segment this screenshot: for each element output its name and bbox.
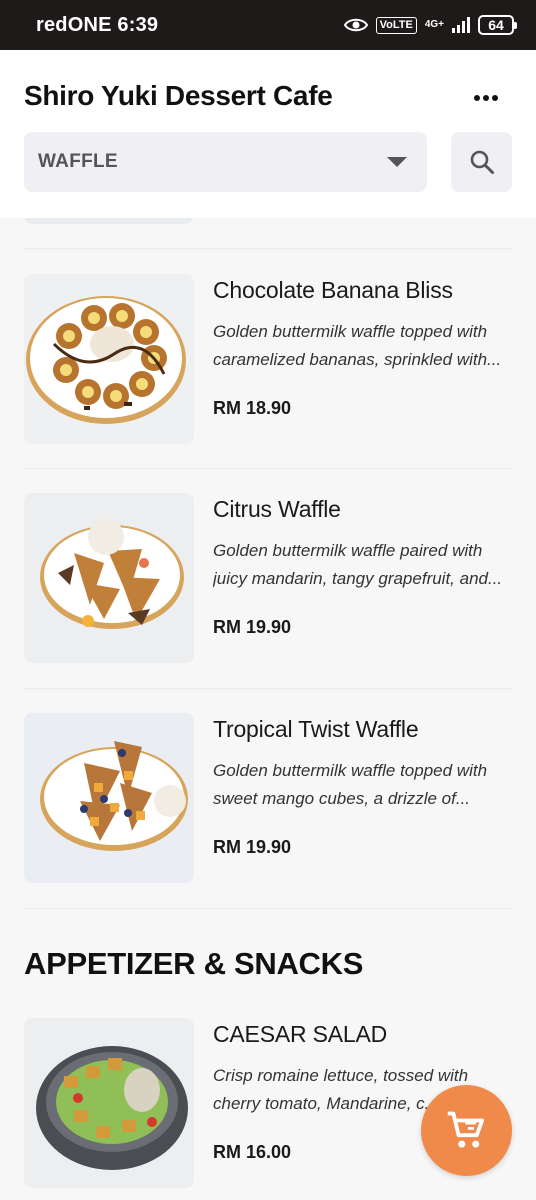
signal-icon xyxy=(452,17,470,33)
volte-badge: VoLTE xyxy=(375,16,417,34)
item-price: RM 19.90 xyxy=(213,837,292,857)
search-button[interactable] xyxy=(451,132,512,192)
menu-item-citrus-waffle[interactable]: Citrus Waffle Golden buttermilk waffle p… xyxy=(0,493,536,663)
item-description: Golden buttermilk waffle topped with swe… xyxy=(213,761,488,808)
item-name: Citrus Waffle xyxy=(213,496,341,522)
divider xyxy=(24,248,512,249)
category-selected-value: WAFFLE xyxy=(38,151,118,172)
divider xyxy=(24,908,512,909)
cart-button[interactable] xyxy=(421,1085,512,1176)
carrier-time: redONE 6:39 xyxy=(36,13,159,36)
status-bar: redONE 6:39 VoLTE 4G+ 64 xyxy=(0,0,536,50)
more-options-button[interactable] xyxy=(468,86,504,110)
item-name: Chocolate Banana Bliss xyxy=(213,277,453,303)
menu-item-tropical-twist-waffle[interactable]: Tropical Twist Waffle Golden buttermilk … xyxy=(0,713,536,883)
item-name: Tropical Twist Waffle xyxy=(213,716,419,742)
more-dot xyxy=(483,95,489,101)
network-type: 4G+ xyxy=(424,19,444,30)
item-image xyxy=(24,493,194,663)
divider xyxy=(24,468,512,469)
header: Shiro Yuki Dessert Cafe WAFFLE xyxy=(0,50,536,218)
item-price: RM 16.00 xyxy=(213,1142,292,1162)
section-title-appetizer-snacks: APPETIZER & SNACKS xyxy=(24,946,364,981)
item-price: RM 19.90 xyxy=(213,617,292,637)
category-dropdown[interactable]: WAFFLE xyxy=(24,132,427,192)
page-title: Shiro Yuki Dessert Cafe xyxy=(24,80,333,111)
battery-icon: 64 xyxy=(478,15,517,35)
previous-item-image xyxy=(24,218,193,224)
chevron-down-icon xyxy=(387,157,407,167)
menu-item-chocolate-banana-bliss[interactable]: Chocolate Banana Bliss Golden buttermilk… xyxy=(0,274,536,444)
item-description: Golden buttermilk waffle topped with car… xyxy=(213,322,502,369)
status-icons: VoLTE 4G+ 64 xyxy=(343,15,517,35)
eye-icon xyxy=(343,18,368,32)
item-description: Golden buttermilk waffle paired with jui… xyxy=(213,541,503,588)
item-image xyxy=(24,1018,194,1188)
divider xyxy=(24,688,512,689)
menu-list[interactable]: Chocolate Banana Bliss Golden buttermilk… xyxy=(0,218,536,1200)
item-image xyxy=(24,713,194,883)
more-dots-icon xyxy=(474,95,480,101)
search-icon xyxy=(470,150,494,174)
more-dot xyxy=(492,95,498,101)
item-name: CAESAR SALAD xyxy=(213,1021,387,1047)
cart-icon xyxy=(447,1111,484,1148)
item-image xyxy=(24,274,194,444)
item-price: RM 18.90 xyxy=(213,398,292,418)
